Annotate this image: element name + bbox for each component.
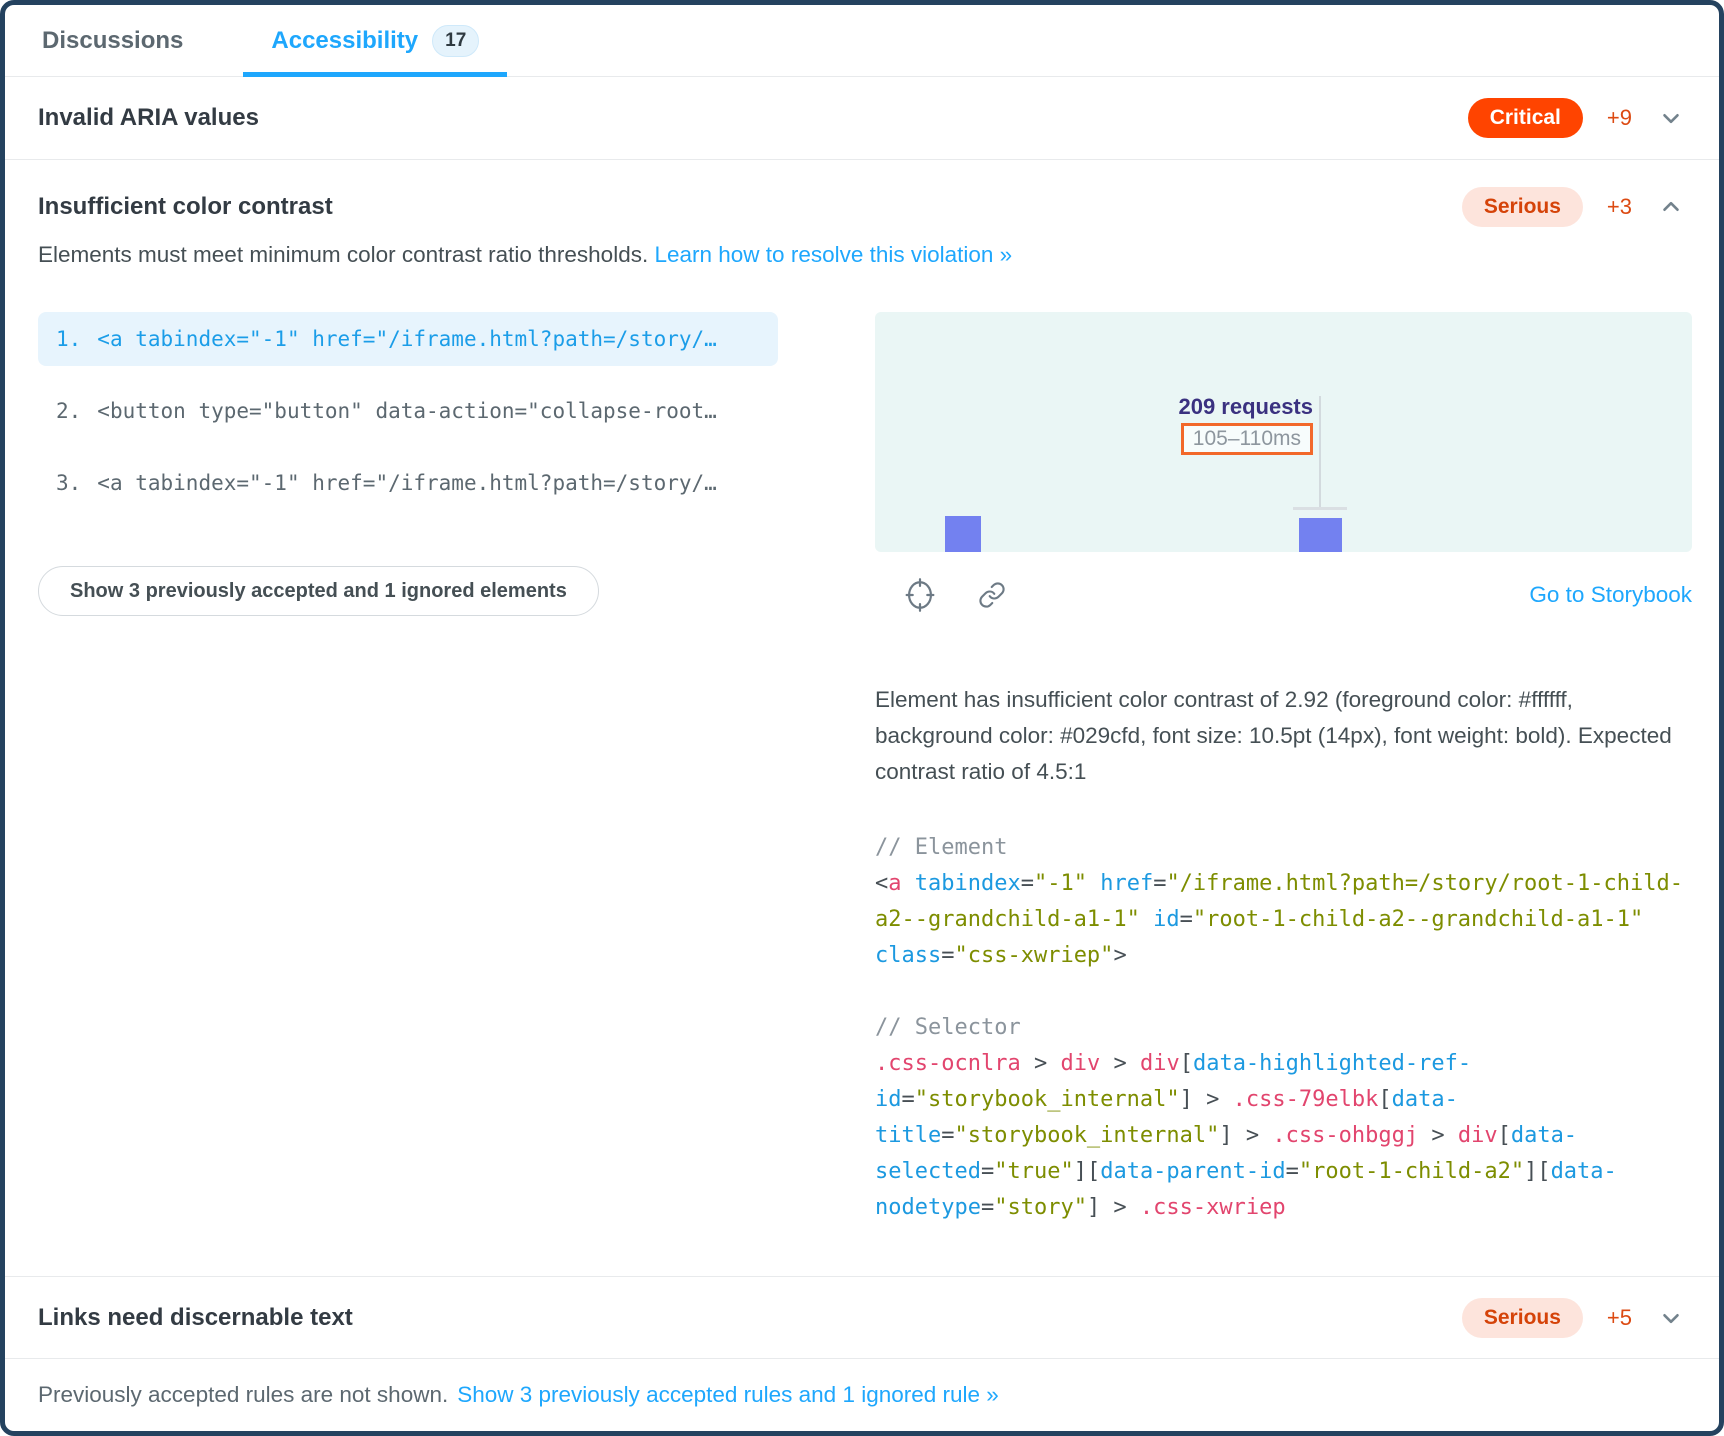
extra-count: +3 [1607,194,1632,220]
element-code-line: <a tabindex="-1" href="/iframe.html?path… [875,866,1692,974]
chart-bar [1299,518,1342,552]
selector-code-line: .css-ocnlra > div > div[data-highlighted… [875,1046,1692,1226]
tab-accessibility-label: Accessibility [271,27,418,55]
rule-title: Links need discernable text [38,1304,353,1332]
violation-code-block: // Element <a tabindex="-1" href="/ifram… [875,830,1692,1226]
rule-description: Elements must meet minimum color contras… [38,242,1686,268]
element-list-item[interactable]: 2. <button type="button" data-action="co… [38,384,778,438]
rule-title: Invalid ARIA values [38,104,259,132]
accessibility-panel: Discussions Accessibility 17 Invalid ARI… [0,0,1724,1436]
severity-group: Serious +5 [1462,1298,1686,1338]
element-code: <a tabindex="-1" href="/iframe.html?path… [97,327,717,351]
element-number: 1. [56,327,81,351]
chart-bar [945,516,981,552]
link-icon[interactable] [975,578,1009,612]
section-columns: 1. <a tabindex="-1" href="/iframe.html?p… [38,312,1686,1226]
section-header[interactable]: Insufficient color contrast Serious +3 [38,160,1686,232]
chevron-down-icon[interactable] [1656,103,1686,133]
element-list-column: 1. <a tabindex="-1" href="/iframe.html?p… [38,312,778,1226]
story-preview: 209 requests 105–110ms [875,312,1692,552]
crosshair-icon[interactable] [903,578,937,612]
tab-bar: Discussions Accessibility 17 [5,5,1719,77]
element-code: <button type="button" data-action="colla… [97,399,717,423]
tooltip-pointer-line [1319,396,1321,508]
critical-badge: Critical [1468,98,1583,138]
tab-discussions-label: Discussions [42,27,183,55]
rule-row-invalid-aria[interactable]: Invalid ARIA values Critical +9 [5,77,1719,160]
go-to-storybook-link[interactable]: Go to Storybook [1529,582,1692,608]
footer-text: Previously accepted rules are not shown. [38,1382,448,1408]
selector-code-section: // Selector .css-ocnlra > div > div[data… [875,1010,1692,1226]
serious-badge: Serious [1462,1298,1583,1338]
tooltip-title: 209 requests [875,394,1313,420]
extra-count: +5 [1607,1305,1632,1331]
show-accepted-button[interactable]: Show 3 previously accepted and 1 ignored… [38,566,599,616]
highlighted-violation-element: 105–110ms [1181,423,1313,455]
element-code: <a tabindex="-1" href="/iframe.html?path… [97,471,717,495]
chevron-up-icon[interactable] [1656,192,1686,222]
learn-how-link[interactable]: Learn how to resolve this violation » [654,242,1012,267]
tab-discussions[interactable]: Discussions [38,5,187,76]
preview-tooltip: 209 requests 105–110ms [875,394,1313,455]
footer: Previously accepted rules are not shown.… [5,1359,1719,1431]
preview-toolbar: Go to Storybook [875,578,1692,612]
serious-badge: Serious [1462,187,1583,227]
element-number: 2. [56,399,81,423]
element-list-item[interactable]: 1. <a tabindex="-1" href="/iframe.html?p… [38,312,778,366]
severity-group: Critical +9 [1468,98,1686,138]
element-comment: // Element [875,830,1692,866]
show-accepted-rules-link[interactable]: Show 3 previously accepted rules and 1 i… [457,1382,999,1408]
element-code-section: // Element <a tabindex="-1" href="/ifram… [875,830,1692,974]
violation-detail-column: 209 requests 105–110ms [875,312,1692,1226]
tab-accessibility[interactable]: Accessibility 17 [243,5,507,76]
rule-description-text: Elements must meet minimum color contras… [38,242,648,267]
extra-count: +9 [1607,105,1632,131]
violation-detail-text: Element has insufficient color contrast … [875,682,1692,790]
chevron-down-icon[interactable] [1656,1303,1686,1333]
rule-row-links-text[interactable]: Links need discernable text Serious +5 [5,1276,1719,1359]
bar-cap [1293,507,1347,510]
element-list-item[interactable]: 3. <a tabindex="-1" href="/iframe.html?p… [38,456,778,510]
severity-group: Serious +3 [1462,187,1686,227]
rule-title: Insufficient color contrast [38,193,333,221]
selector-comment: // Selector [875,1010,1692,1046]
element-number: 3. [56,471,81,495]
section-color-contrast: Insufficient color contrast Serious +3 E… [5,160,1719,1276]
accessibility-count-badge: 17 [432,25,479,57]
